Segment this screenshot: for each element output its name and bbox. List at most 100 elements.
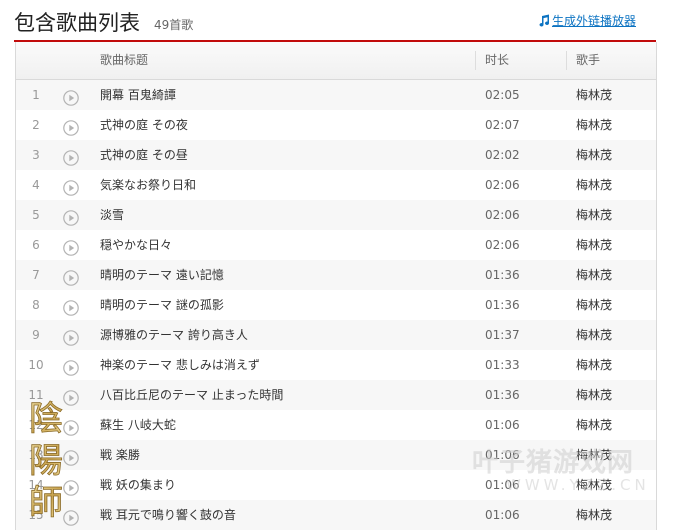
song-artist[interactable]: 梅林茂 xyxy=(576,260,612,290)
play-circle-icon[interactable] xyxy=(63,327,79,346)
play-circle-icon[interactable] xyxy=(63,237,79,256)
song-artist[interactable]: 梅林茂 xyxy=(576,470,612,500)
track-number: 8 xyxy=(32,298,40,312)
table-row[interactable]: 8 晴明のテーマ 謎の孤影 01:36 梅林茂 xyxy=(16,290,656,320)
play-circle-icon[interactable] xyxy=(63,117,79,136)
song-title[interactable]: 神楽のテーマ 悲しみは消えず xyxy=(100,350,260,380)
song-duration: 01:06 xyxy=(485,478,520,492)
table-row[interactable]: 4 気楽なお祭り日和 02:06 梅林茂 xyxy=(16,170,656,200)
column-artist: 歌手 xyxy=(576,53,601,67)
song-title[interactable]: 戦 楽勝 xyxy=(100,440,140,470)
play-circle-icon[interactable] xyxy=(63,507,79,526)
generate-player-link[interactable]: 生成外链播放器 xyxy=(538,12,636,29)
track-number: 14 xyxy=(28,478,44,492)
song-duration: 01:36 xyxy=(485,388,520,402)
track-number: 6 xyxy=(32,238,40,252)
song-title[interactable]: 蘇生 八岐大蛇 xyxy=(100,410,176,440)
table-row[interactable]: 14 戦 妖の集まり 01:06 梅林茂 xyxy=(16,470,656,500)
song-title[interactable]: 晴明のテーマ 謎の孤影 xyxy=(100,290,224,320)
song-list-panel: 包含歌曲列表 49首歌 生成外链播放器 歌曲标题 时长 歌手 1 開幕 百鬼綺譚 0… xyxy=(0,0,674,532)
table-row[interactable]: 9 源博雅のテーマ 誇り高き人 01:37 梅林茂 xyxy=(16,320,656,350)
song-title[interactable]: 式神の庭 その昼 xyxy=(100,140,188,170)
song-duration: 02:06 xyxy=(485,208,520,222)
track-number: 13 xyxy=(28,448,44,462)
table-row[interactable]: 6 穏やかな日々 02:06 梅林茂 xyxy=(16,230,656,260)
play-circle-icon[interactable] xyxy=(63,387,79,406)
song-count: 49首歌 xyxy=(154,18,194,32)
page-title: 包含歌曲列表 xyxy=(14,11,140,35)
song-title[interactable]: 式神の庭 その夜 xyxy=(100,110,188,140)
play-circle-icon[interactable] xyxy=(63,297,79,316)
song-duration: 01:36 xyxy=(485,268,520,282)
table-row[interactable]: 2 式神の庭 その夜 02:07 梅林茂 xyxy=(16,110,656,140)
track-number: 7 xyxy=(32,268,40,282)
track-number: 1 xyxy=(32,88,40,102)
song-duration: 01:33 xyxy=(485,358,520,372)
track-number: 2 xyxy=(32,118,40,132)
song-title[interactable]: 開幕 百鬼綺譚 xyxy=(100,80,176,110)
song-duration: 02:07 xyxy=(485,118,520,132)
song-duration: 02:06 xyxy=(485,238,520,252)
column-separator xyxy=(566,51,567,70)
column-duration: 时长 xyxy=(485,53,510,67)
table-row[interactable]: 15 戦 耳元で鳴り響く鼓の音 01:06 梅林茂 xyxy=(16,500,656,530)
play-circle-icon[interactable] xyxy=(63,207,79,226)
play-circle-icon[interactable] xyxy=(63,267,79,286)
generate-player-label: 生成外链播放器 xyxy=(551,14,636,28)
song-artist[interactable]: 梅林茂 xyxy=(576,350,612,380)
song-title[interactable]: 源博雅のテーマ 誇り高き人 xyxy=(100,320,248,350)
song-title[interactable]: 淡雪 xyxy=(100,200,124,230)
song-artist[interactable]: 梅林茂 xyxy=(576,410,612,440)
song-title[interactable]: 八百比丘尼のテーマ 止まった時間 xyxy=(100,380,283,410)
song-artist[interactable]: 梅林茂 xyxy=(576,140,612,170)
table-row[interactable]: 5 淡雪 02:06 梅林茂 xyxy=(16,200,656,230)
song-title[interactable]: 戦 妖の集まり xyxy=(100,470,176,500)
song-artist[interactable]: 梅林茂 xyxy=(576,170,612,200)
play-circle-icon[interactable] xyxy=(63,357,79,376)
table-body: 1 開幕 百鬼綺譚 02:05 梅林茂 2 式神の庭 その夜 02:07 梅林茂 3 式神の庭 そ… xyxy=(16,80,656,530)
play-circle-icon[interactable] xyxy=(63,477,79,496)
song-artist[interactable]: 梅林茂 xyxy=(576,440,612,470)
track-number: 15 xyxy=(28,508,44,522)
song-duration: 01:06 xyxy=(485,448,520,462)
play-circle-icon[interactable] xyxy=(63,147,79,166)
track-number: 11 xyxy=(28,388,44,402)
song-duration: 01:36 xyxy=(485,298,520,312)
play-circle-icon[interactable] xyxy=(63,87,79,106)
song-title[interactable]: 戦 耳元で鳴り響く鼓の音 xyxy=(100,500,236,530)
song-title[interactable]: 穏やかな日々 xyxy=(100,230,172,260)
song-duration: 01:06 xyxy=(485,508,520,522)
song-artist[interactable]: 梅林茂 xyxy=(576,500,612,530)
song-artist[interactable]: 梅林茂 xyxy=(576,110,612,140)
song-table: 歌曲标题 时长 歌手 1 開幕 百鬼綺譚 02:05 梅林茂 2 式神の庭 その夜 02:0… xyxy=(15,42,657,530)
column-separator xyxy=(475,51,476,70)
play-circle-icon[interactable] xyxy=(63,417,79,436)
song-title[interactable]: 晴明のテーマ 遠い記憶 xyxy=(100,260,224,290)
song-artist[interactable]: 梅林茂 xyxy=(576,200,612,230)
track-number: 12 xyxy=(28,418,44,432)
music-note-icon xyxy=(539,14,549,27)
table-row[interactable]: 13 戦 楽勝 01:06 梅林茂 xyxy=(16,440,656,470)
song-title[interactable]: 気楽なお祭り日和 xyxy=(100,170,196,200)
track-number: 3 xyxy=(32,148,40,162)
table-row[interactable]: 3 式神の庭 その昼 02:02 梅林茂 xyxy=(16,140,656,170)
table-row[interactable]: 7 晴明のテーマ 遠い記憶 01:36 梅林茂 xyxy=(16,260,656,290)
table-row[interactable]: 10 神楽のテーマ 悲しみは消えず 01:33 梅林茂 xyxy=(16,350,656,380)
song-artist[interactable]: 梅林茂 xyxy=(576,320,612,350)
track-number: 5 xyxy=(32,208,40,222)
song-artist[interactable]: 梅林茂 xyxy=(576,290,612,320)
song-artist[interactable]: 梅林茂 xyxy=(576,380,612,410)
column-title: 歌曲标题 xyxy=(100,53,149,67)
track-number: 4 xyxy=(32,178,40,192)
table-row[interactable]: 11 八百比丘尼のテーマ 止まった時間 01:36 梅林茂 xyxy=(16,380,656,410)
table-header: 歌曲标题 时长 歌手 xyxy=(16,42,656,80)
track-number: 9 xyxy=(32,328,40,342)
play-circle-icon[interactable] xyxy=(63,447,79,466)
table-row[interactable]: 12 蘇生 八岐大蛇 01:06 梅林茂 xyxy=(16,410,656,440)
table-row[interactable]: 1 開幕 百鬼綺譚 02:05 梅林茂 xyxy=(16,80,656,110)
song-duration: 01:37 xyxy=(485,328,520,342)
play-circle-icon[interactable] xyxy=(63,177,79,196)
song-duration: 02:06 xyxy=(485,178,520,192)
song-artist[interactable]: 梅林茂 xyxy=(576,80,612,110)
song-artist[interactable]: 梅林茂 xyxy=(576,230,612,260)
